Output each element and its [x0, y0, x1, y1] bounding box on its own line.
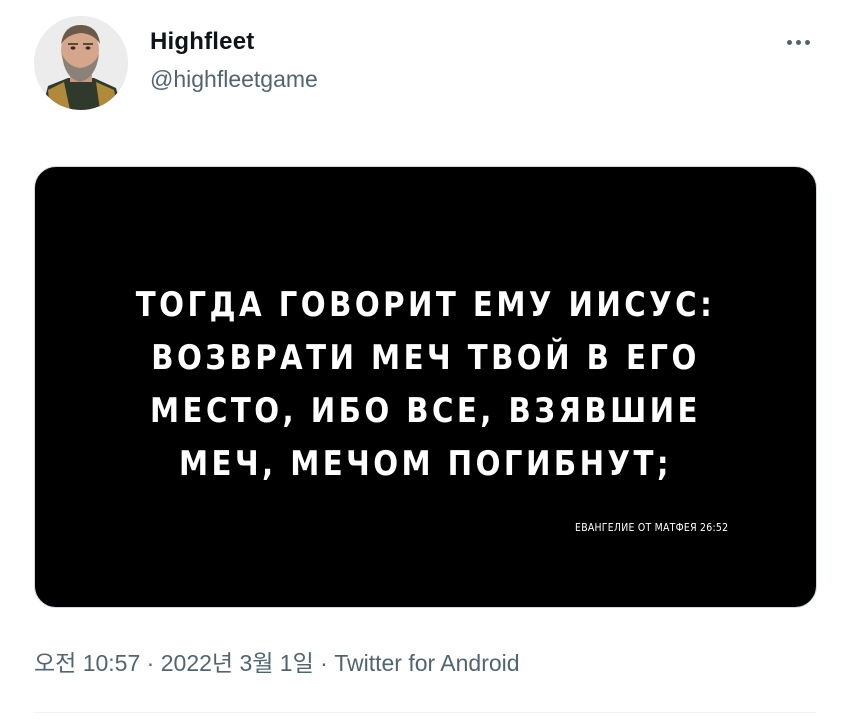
meta-separator: ·	[140, 650, 161, 676]
divider	[34, 712, 816, 713]
tweet-meta: 오전 10:57 · 2022년 3월 1일 · Twitter for And…	[34, 644, 520, 678]
handle[interactable]: @highfleetgame	[150, 66, 318, 93]
tweet-media-image[interactable]: ТОГДА ГОВОРИТ ЕМУ ИИСУС: ВОЗВРАТИ МЕЧ ТВ…	[34, 166, 817, 608]
avatar[interactable]	[34, 16, 128, 110]
meta-separator: ·	[313, 650, 335, 676]
quote-line: МЕЧ, МЕЧОМ ПОГИБНУТ;	[179, 444, 672, 484]
tweet: Highfleet @highfleetgame ТОГДА ГОВОРИТ Е…	[0, 0, 850, 727]
quote-line: ТОГДА ГОВОРИТ ЕМУ ИИСУС:	[135, 285, 716, 325]
quote-source: ЕВАНГЕЛИЕ ОТ МАТФЕЯ 26:52	[574, 521, 728, 534]
more-button[interactable]	[780, 28, 816, 56]
tweet-time[interactable]: 오전 10:57	[34, 650, 140, 676]
display-name[interactable]: Highfleet	[150, 28, 254, 56]
more-horizontal-icon	[786, 39, 810, 45]
quote-line: ВОЗВРАТИ МЕЧ ТВОЙ В ЕГО	[151, 338, 700, 378]
avatar-image	[34, 16, 128, 110]
quote-line: МЕСТО, ИБО ВСЕ, ВЗЯВШИЕ	[150, 391, 701, 431]
tweet-date[interactable]: 2022년 3월 1일	[161, 650, 314, 676]
quote-text: ТОГДА ГОВОРИТ ЕМУ ИИСУС: ВОЗВРАТИ МЕЧ ТВ…	[90, 279, 762, 491]
tweet-client[interactable]: Twitter for Android	[334, 650, 519, 676]
